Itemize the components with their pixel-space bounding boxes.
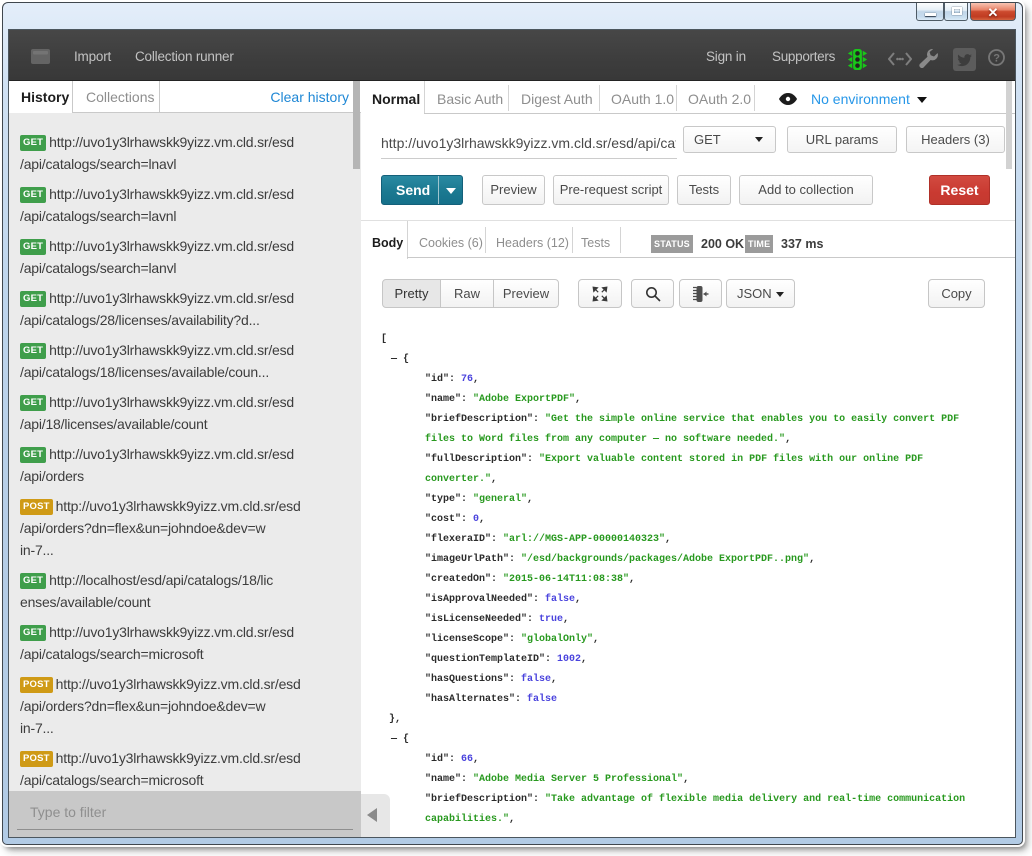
svg-text:?: ? [993,53,1000,65]
